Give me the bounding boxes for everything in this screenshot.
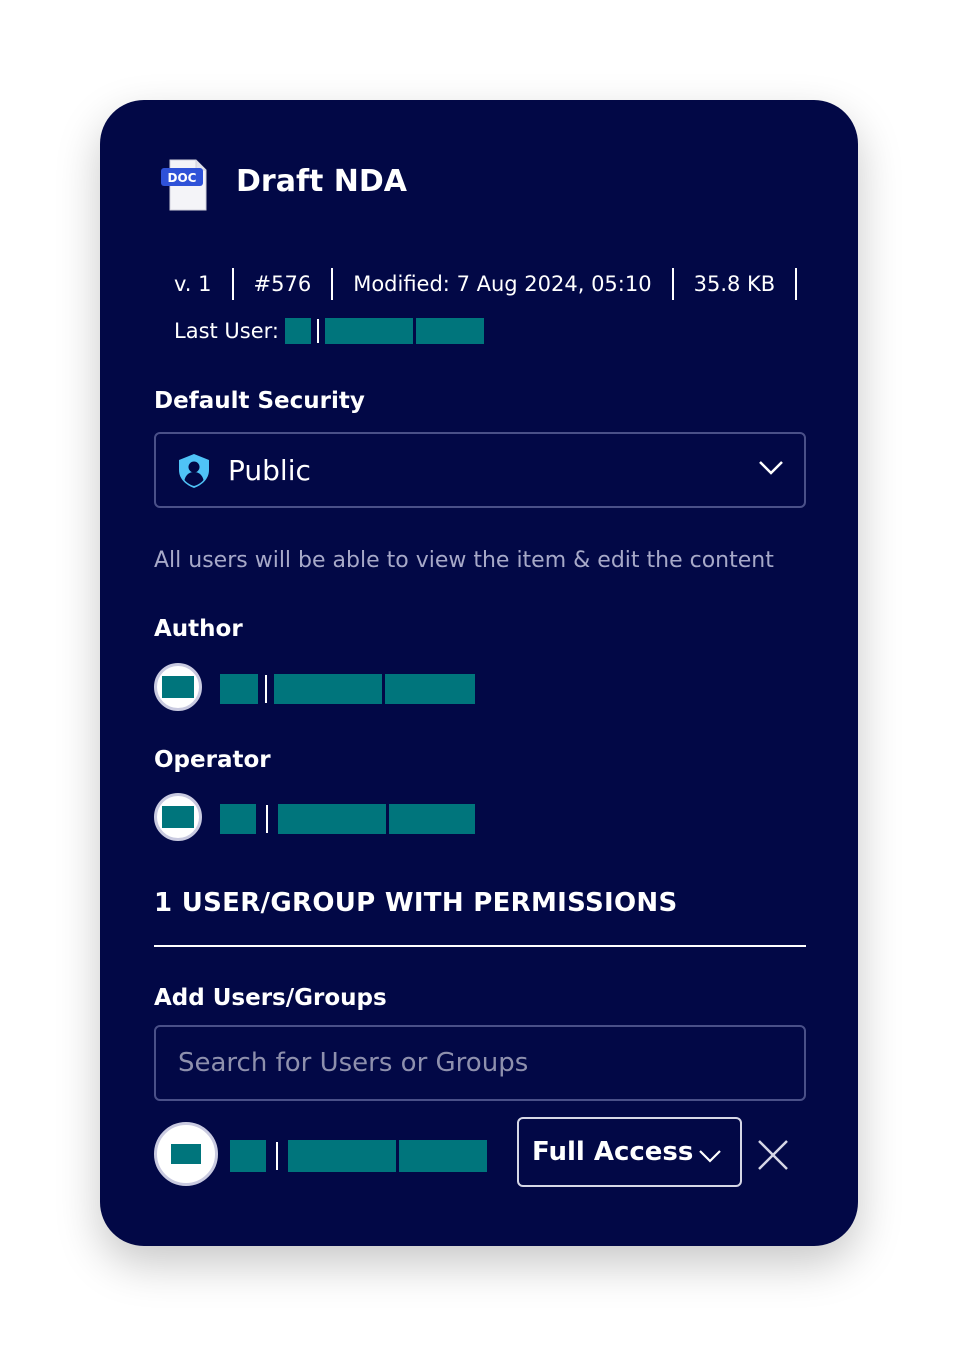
document-meta: v. 1 #576 Modified: 7 Aug 2024, 05:10 35… [174, 268, 798, 300]
doc-file-icon: DOC [161, 159, 207, 211]
default-security-label: Default Security [154, 388, 365, 414]
divider [154, 945, 806, 947]
add-users-label: Add Users/Groups [154, 985, 387, 1011]
chevron-down-icon [699, 1150, 721, 1163]
meta-size: 35.8 KB [694, 268, 798, 300]
access-level-dropdown[interactable]: Full Access [517, 1117, 742, 1187]
operator-avatar[interactable] [154, 793, 202, 841]
security-dropdown[interactable]: Public [154, 432, 806, 508]
author-name[interactable] [220, 674, 475, 704]
shield-user-icon [179, 454, 209, 488]
remove-user-close-icon[interactable] [756, 1138, 790, 1172]
last-user-label: Last User: [174, 319, 279, 343]
operator-name[interactable] [220, 804, 475, 834]
document-title: Draft NDA [236, 164, 408, 199]
security-selected-value: Public [228, 454, 311, 487]
author-label: Author [154, 616, 243, 642]
operator-label: Operator [154, 747, 271, 773]
redacted-name [325, 318, 413, 344]
svg-text:DOC: DOC [168, 171, 197, 185]
redacted-initials [285, 318, 311, 344]
access-level-value: Full Access [532, 1137, 694, 1167]
security-description: All users will be able to view the item … [154, 548, 774, 573]
permission-user-avatar[interactable] [154, 1122, 218, 1186]
document-details-panel: DOC Draft NDA v. 1 #576 Modified: 7 Aug … [100, 100, 858, 1246]
chevron-down-icon [759, 461, 783, 475]
permission-user-name[interactable] [230, 1140, 487, 1172]
last-user: Last User: [174, 316, 484, 346]
meta-modified: Modified: 7 Aug 2024, 05:10 [353, 268, 693, 300]
redacted-surname [416, 318, 484, 344]
meta-version: v. 1 [174, 268, 254, 300]
permissions-heading: 1 USER/GROUP WITH PERMISSIONS [154, 888, 678, 918]
meta-id: #576 [254, 268, 354, 300]
search-users-input[interactable] [154, 1025, 806, 1101]
author-avatar[interactable] [154, 663, 202, 711]
